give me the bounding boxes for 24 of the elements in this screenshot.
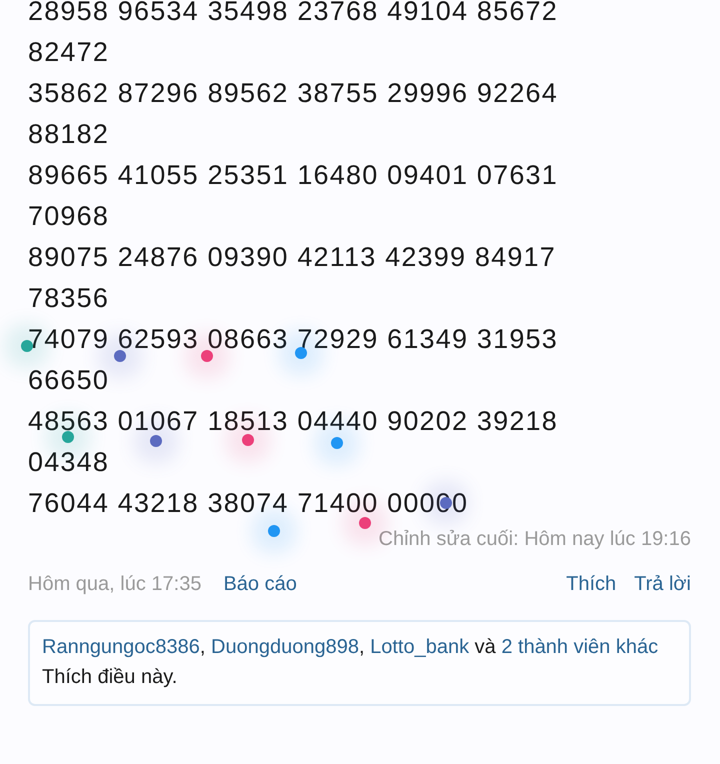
number-line: 89075 24876 09390 42113 42399 84917 <box>28 241 556 274</box>
number-line: 66650 <box>28 364 110 397</box>
number-line: 48563 01067 18513 04440 90202 39218 <box>28 405 558 438</box>
report-link[interactable]: Báo cáo <box>223 573 297 596</box>
number-line: 89665 41055 25351 16480 09401 07631 <box>28 159 558 192</box>
member-link[interactable]: 2 thành viên <box>501 636 610 658</box>
number-line: 82472 <box>28 36 110 69</box>
member-link[interactable]: khác <box>616 636 658 658</box>
number-line: 28958 96534 35498 23768 49104 85672 <box>28 0 558 28</box>
reply-link[interactable]: Trả lời <box>634 573 691 596</box>
likes-summary-text: Ranngungoc8386, Duongduong898, Lotto_bank và 2 thành viên khác Thích điều này. <box>42 635 660 690</box>
number-line: 74079 62593 08663 72929 61349 31953 <box>28 323 558 356</box>
last-edited-text: Chỉnh sửa cuối: Hôm nay lúc 19:16 <box>378 528 691 551</box>
number-line: 76044 43218 38074 71400 00000 <box>28 487 468 520</box>
member-link[interactable]: Duongduong898 <box>211 636 359 658</box>
number-line: 70968 <box>28 200 110 233</box>
number-line: 78356 <box>28 282 110 315</box>
number-line: 04348 <box>28 446 110 479</box>
post-time: Hôm qua, lúc 17:35 <box>28 573 202 596</box>
number-line: 35862 87296 89562 38755 29996 92264 <box>28 77 558 110</box>
member-link[interactable]: Lotto_bank <box>370 636 470 658</box>
number-line: 88182 <box>28 118 110 151</box>
member-link[interactable]: Ranngungoc8386 <box>42 636 200 658</box>
like-link[interactable]: Thích <box>566 573 616 596</box>
